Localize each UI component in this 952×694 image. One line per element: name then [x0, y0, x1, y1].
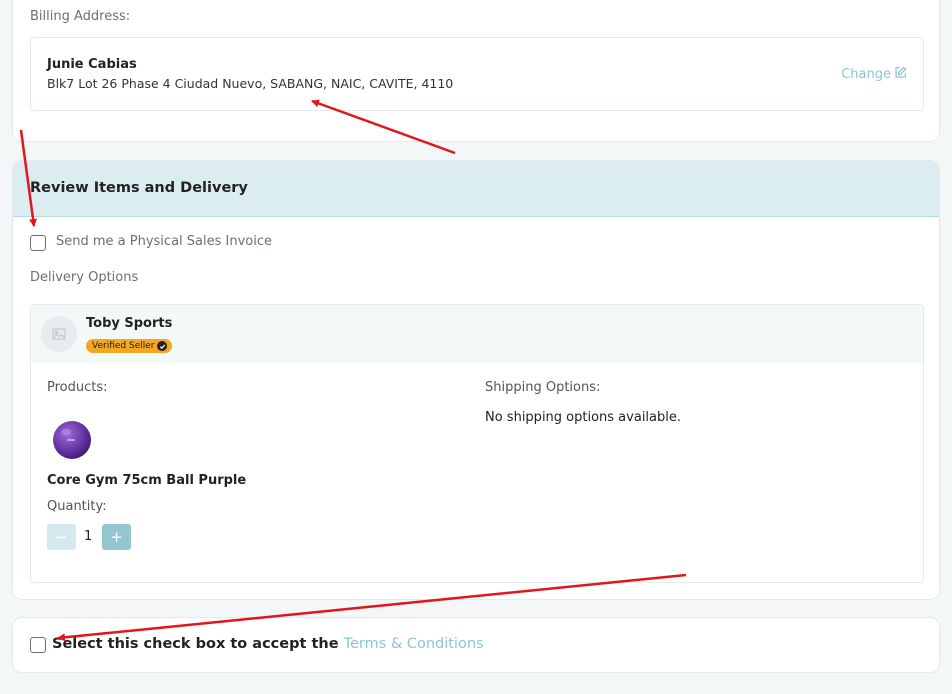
shipping-options-message: No shipping options available.: [485, 410, 681, 425]
seller-delivery-box: Toby Sports Verified Seller Products: Sh…: [30, 304, 924, 583]
billing-address-label: Billing Address:: [30, 9, 131, 24]
review-items-card: Review Items and Delivery Send me a Phys…: [12, 160, 940, 600]
review-header: Review Items and Delivery: [13, 161, 939, 217]
products-label: Products:: [47, 380, 108, 395]
terms-card: Select this check box to accept the Term…: [12, 617, 940, 673]
terms-label: Select this check box to accept the Term…: [52, 636, 484, 652]
verified-seller-badge: Verified Seller: [86, 339, 173, 353]
billing-name: Junie Cabias: [47, 57, 137, 72]
quantity-value: 1: [84, 529, 93, 544]
change-label: Change: [841, 67, 891, 82]
product-image[interactable]: [52, 420, 92, 460]
terms-conditions-link[interactable]: Terms & Conditions: [344, 636, 484, 652]
terms-checkbox[interactable]: [30, 637, 46, 653]
seller-header: Toby Sports Verified Seller: [31, 305, 923, 363]
physical-invoice-label[interactable]: Send me a Physical Sales Invoice: [56, 234, 272, 249]
quantity-decrease-button[interactable]: −: [47, 524, 76, 550]
product-name[interactable]: Core Gym 75cm Ball Purple: [47, 473, 246, 488]
image-placeholder-icon: [41, 316, 77, 352]
billing-address-text: Blk7 Lot 26 Phase 4 Ciudad Nuevo, SABANG…: [47, 76, 454, 91]
terms-prefix: Select this check box to accept the: [52, 636, 344, 652]
edit-icon: [894, 66, 907, 83]
delivery-options-label: Delivery Options: [30, 270, 139, 285]
billing-card: Billing Address: Junie Cabias Blk7 Lot 2…: [12, 0, 940, 142]
billing-address-box: Junie Cabias Blk7 Lot 26 Phase 4 Ciudad …: [30, 37, 924, 111]
quantity-label: Quantity:: [47, 499, 107, 514]
change-address-button[interactable]: Change: [841, 66, 907, 83]
check-icon: [157, 341, 168, 351]
physical-invoice-checkbox[interactable]: [30, 235, 46, 251]
shipping-options-label: Shipping Options:: [485, 380, 601, 395]
review-title: Review Items and Delivery: [30, 180, 248, 196]
quantity-increase-button[interactable]: +: [102, 524, 131, 550]
verified-badge-label: Verified Seller: [92, 341, 155, 351]
seller-name: Toby Sports: [86, 316, 173, 331]
